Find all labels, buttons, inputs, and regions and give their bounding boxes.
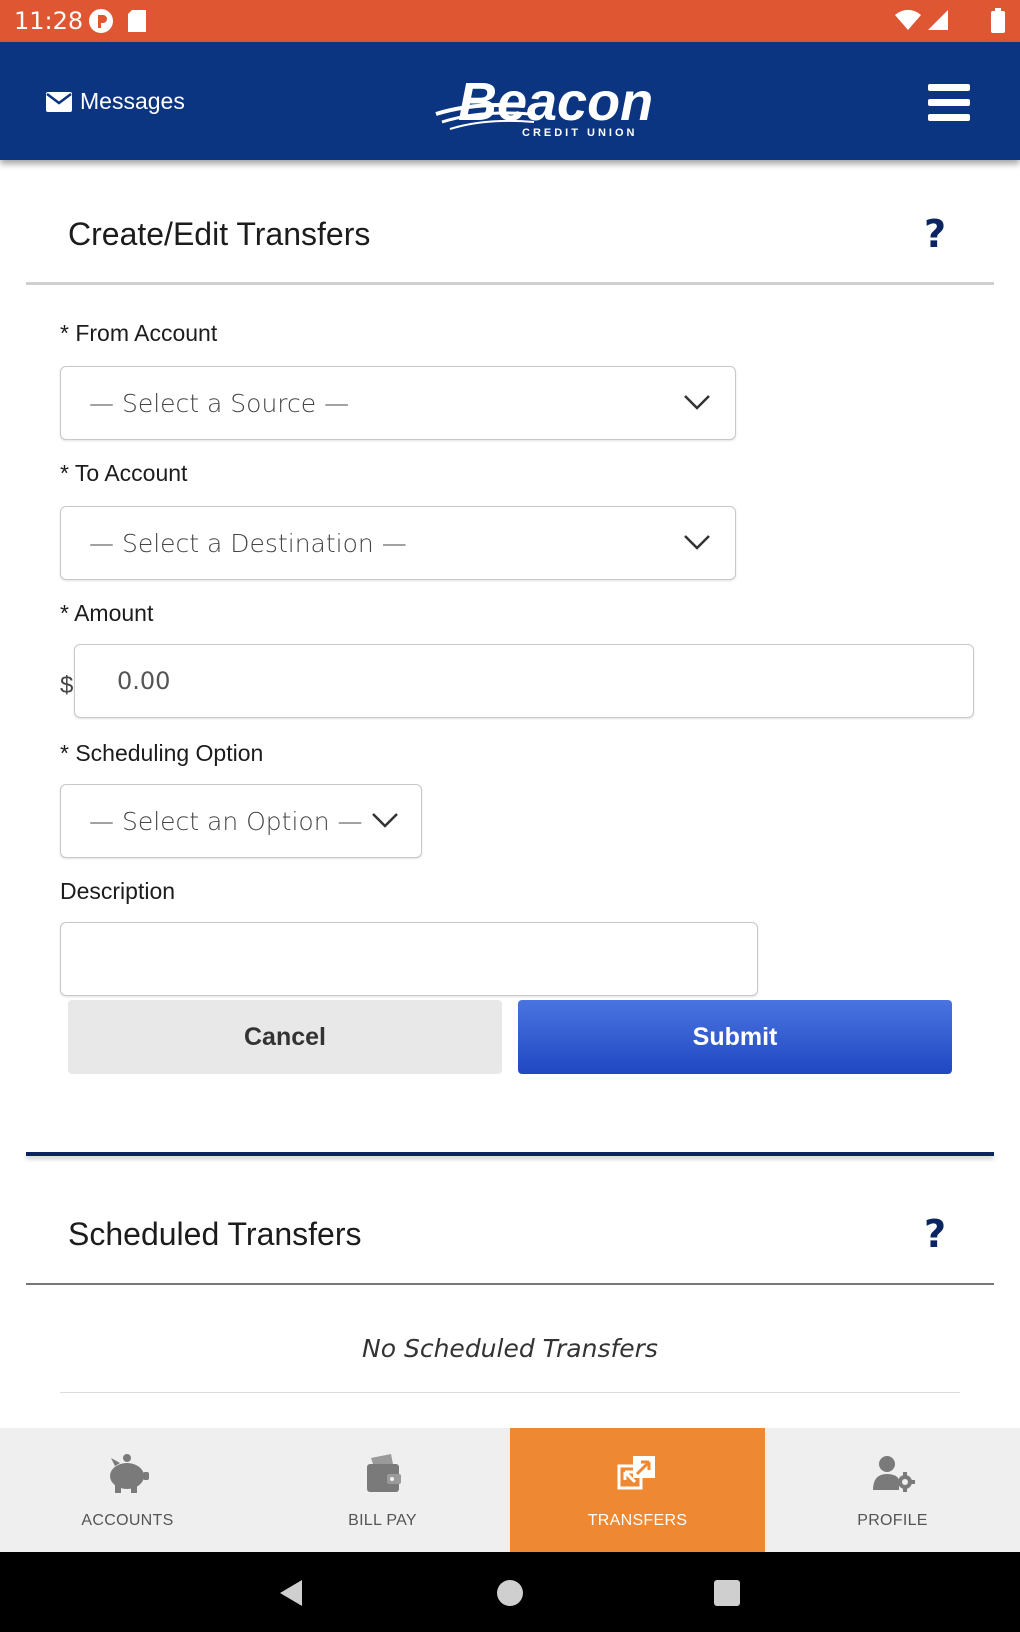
empty-list-divider (60, 1392, 960, 1393)
app-notification-icon (89, 9, 113, 33)
logo-text: Beacon (458, 72, 653, 132)
chevron-down-icon (684, 395, 710, 410)
scheduling-option-label: * Scheduling Option (60, 740, 264, 766)
user-settings-icon (872, 1456, 915, 1492)
status-bar: 11:28 (0, 0, 1020, 42)
scheduling-option-select[interactable]: — Select an Option — (60, 784, 422, 858)
beacon-logo[interactable]: Beacon CREDIT UNION (434, 62, 654, 142)
to-account-label: * To Account (60, 460, 188, 486)
status-time: 11:28 (14, 7, 84, 35)
transfer-form-title: Create/Edit Transfers (68, 216, 371, 252)
nav-accounts[interactable]: ACCOUNTS (0, 1428, 255, 1552)
messages-link[interactable]: Messages (46, 88, 185, 115)
scheduled-help-icon[interactable]: ? (924, 1212, 946, 1256)
chevron-down-icon (372, 813, 398, 828)
description-input[interactable] (61, 923, 757, 995)
nav-bill-pay[interactable]: BILL PAY (255, 1428, 510, 1552)
transfer-help-icon[interactable]: ? (924, 212, 946, 256)
submit-button[interactable]: Submit (518, 1000, 952, 1074)
messages-label: Messages (80, 88, 185, 114)
section-divider (26, 282, 994, 285)
nav-profile[interactable]: PROFILE (765, 1428, 1020, 1552)
battery-icon (991, 8, 1005, 33)
amount-input[interactable] (75, 645, 973, 717)
hamburger-menu-icon[interactable] (928, 84, 970, 121)
description-label: Description (60, 878, 176, 904)
system-nav-bar (0, 1552, 1020, 1632)
bottom-nav: ACCOUNTS BILL PAY TRANSFERS PROFILE (0, 1428, 1020, 1552)
from-account-select[interactable]: — Select a Source — (60, 366, 736, 440)
amount-field-wrapper (74, 644, 974, 718)
from-account-label: * From Account (60, 320, 218, 346)
scheduling-option-value: — Select an Option — (89, 807, 363, 836)
nav-profile-label: PROFILE (857, 1512, 928, 1529)
scheduled-transfers-title: Scheduled Transfers (68, 1216, 362, 1252)
cell-signal-icon (928, 10, 948, 30)
section-end-divider (26, 1152, 994, 1156)
nav-transfers-label: TRANSFERS (587, 1512, 688, 1529)
nav-bill-pay-label: BILL PAY (348, 1512, 417, 1529)
currency-symbol: $ (60, 672, 74, 699)
chevron-down-icon (684, 535, 710, 550)
amount-label: * Amount (60, 600, 154, 626)
wifi-icon (895, 9, 921, 30)
description-field-wrapper (60, 922, 758, 996)
recents-icon[interactable] (714, 1580, 740, 1606)
sd-card-icon (128, 10, 146, 32)
from-account-value: — Select a Source — (89, 389, 350, 418)
nav-transfers[interactable]: TRANSFERS (510, 1428, 765, 1552)
no-scheduled-transfers-text: No Scheduled Transfers (362, 1334, 658, 1363)
cancel-button[interactable]: Cancel (68, 1000, 502, 1074)
to-account-value: — Select a Destination — (89, 529, 407, 558)
to-account-select[interactable]: — Select a Destination — (60, 506, 736, 580)
back-icon[interactable] (276, 1578, 306, 1608)
scheduled-divider (26, 1283, 994, 1285)
nav-accounts-label: ACCOUNTS (81, 1512, 174, 1529)
transfer-arrows-icon (617, 1456, 655, 1490)
piggy-bank-icon (109, 1454, 149, 1493)
home-icon[interactable] (496, 1579, 524, 1607)
wallet-icon (366, 1454, 401, 1492)
envelope-icon (46, 91, 72, 112)
app-header: Messages Beacon CREDIT UNION (0, 42, 1020, 160)
logo-subtext: CREDIT UNION (522, 127, 637, 139)
